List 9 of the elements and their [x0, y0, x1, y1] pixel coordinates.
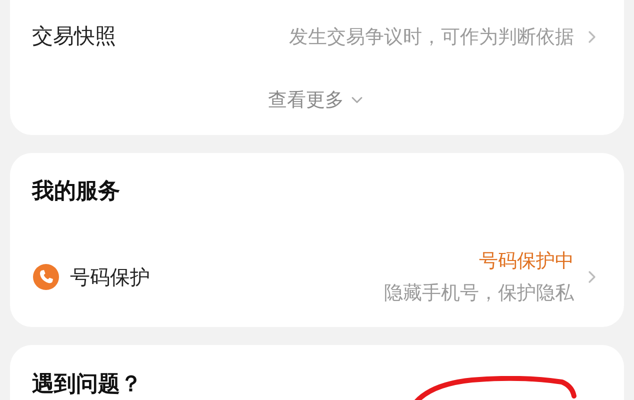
- row-hint: 发生交易争议时，可作为判断依据: [289, 24, 574, 50]
- service-description: 隐藏手机号，保护隐私: [384, 281, 574, 306]
- section-title: 我的服务: [32, 178, 121, 206]
- section-title: 遇到问题？: [32, 371, 142, 399]
- phone-icon: [32, 263, 60, 291]
- row-label: 交易快照: [32, 23, 116, 50]
- service-status: 号码保护中: [479, 249, 574, 274]
- service-label: 号码保护: [70, 264, 150, 291]
- more-link[interactable]: 查看更多: [268, 86, 366, 114]
